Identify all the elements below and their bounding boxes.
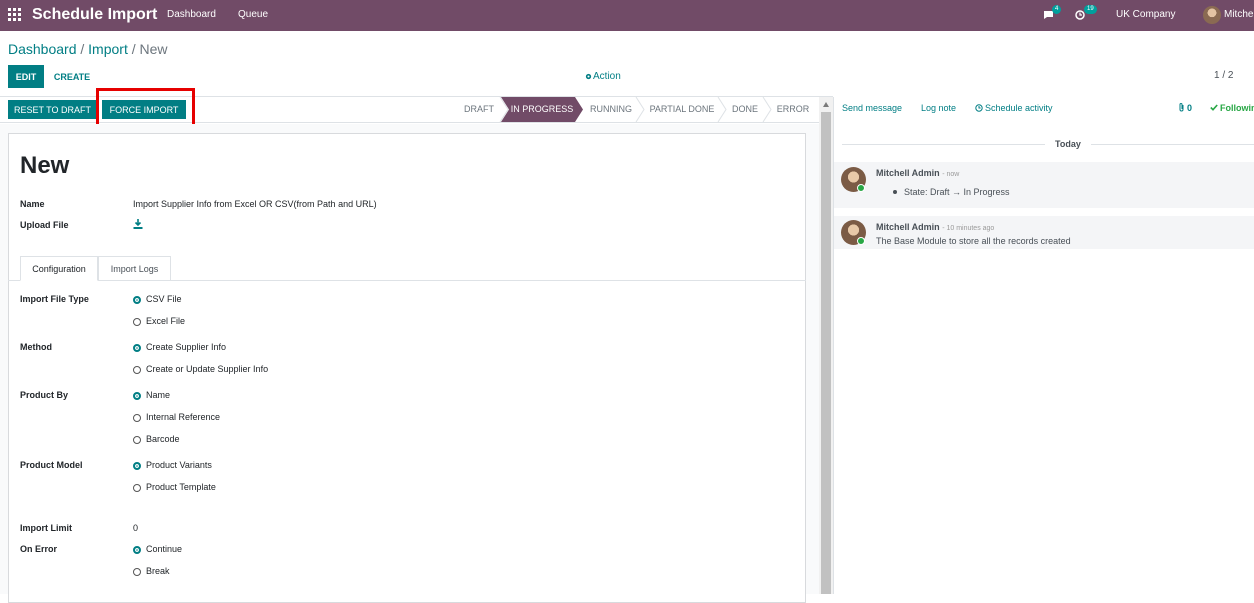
message-body: The Base Module to store all the records… <box>876 236 1071 246</box>
tab-import-logs[interactable]: Import Logs <box>98 256 171 281</box>
breadcrumb-import[interactable]: Import <box>88 41 128 57</box>
send-message-button[interactable]: Send message <box>842 103 902 114</box>
option-barcode[interactable]: Barcode <box>146 434 180 445</box>
reset-to-draft-button[interactable]: RESET TO DRAFT <box>8 100 97 119</box>
radio-excel-file[interactable] <box>133 318 141 326</box>
option-product-template[interactable]: Product Template <box>146 482 216 493</box>
stage-separator-icon <box>762 97 772 122</box>
import-file-type-label: Import File Type <box>20 294 89 304</box>
breadcrumb-separator: / <box>80 41 85 57</box>
message-time: - 10 minutes ago <box>942 225 995 232</box>
message-time: - now <box>942 171 960 178</box>
option-csv-file[interactable]: CSV File <box>146 294 182 305</box>
radio-product-variants[interactable] <box>133 462 141 470</box>
radio-break[interactable] <box>133 568 141 576</box>
message-author-name: Mitchell Admin <box>876 222 940 232</box>
message-author-name: Mitchell Admin <box>876 168 940 178</box>
scroll-up-icon[interactable] <box>823 102 829 107</box>
top-navbar: Schedule Import Dashboard Queue 4 19 UK … <box>0 0 1254 31</box>
upload-file-label: Upload File <box>20 220 69 230</box>
log-note-button[interactable]: Log note <box>921 103 956 114</box>
online-status-dot <box>857 184 865 192</box>
breadcrumb-dashboard[interactable]: Dashboard <box>8 41 77 57</box>
stage-done[interactable]: DONE <box>730 97 760 122</box>
following-label: Following <box>1220 103 1254 113</box>
download-icon[interactable] <box>133 219 143 229</box>
user-avatar[interactable] <box>1203 6 1221 24</box>
option-name[interactable]: Name <box>146 390 170 401</box>
tab-configuration[interactable]: Configuration <box>20 256 98 281</box>
scrollbar-thumb[interactable] <box>821 112 831 594</box>
option-internal-reference[interactable]: Internal Reference <box>146 412 220 423</box>
clock-icon <box>975 104 983 112</box>
import-limit-label: Import Limit <box>20 523 72 533</box>
today-line <box>1091 144 1254 145</box>
stage-separator-icon <box>717 97 727 122</box>
activities-count-badge: 19 <box>1084 5 1097 14</box>
app-title[interactable]: Schedule Import <box>32 5 157 25</box>
product-by-label: Product By <box>20 390 69 400</box>
check-icon <box>1210 104 1218 111</box>
action-label: Action <box>593 71 621 82</box>
edit-button[interactable]: EDIT <box>8 65 44 88</box>
company-switcher[interactable]: UK Company <box>1116 9 1175 21</box>
option-product-variants[interactable]: Product Variants <box>146 460 212 471</box>
name-value: Import Supplier Info from Excel OR CSV(f… <box>133 199 377 209</box>
attachments-button[interactable]: 0 <box>1178 103 1192 113</box>
action-menu[interactable]: Action <box>585 71 621 83</box>
message-author[interactable]: Mitchell Admin - now <box>876 168 959 178</box>
radio-csv-file[interactable] <box>133 296 141 304</box>
schedule-activity-label: Schedule activity <box>985 103 1053 113</box>
breadcrumb: Dashboard / Import / New <box>8 41 168 58</box>
record-title: New <box>20 152 70 179</box>
message-author[interactable]: Mitchell Admin - 10 minutes ago <box>876 222 994 232</box>
on-error-label: On Error <box>20 544 58 554</box>
stage-running[interactable]: RUNNING <box>588 97 634 122</box>
message-body: State: Draft → In Progress <box>893 187 1010 197</box>
online-status-dot <box>857 237 865 245</box>
radio-continue[interactable] <box>133 546 141 554</box>
radio-barcode[interactable] <box>133 436 141 444</box>
paperclip-icon <box>1179 103 1184 112</box>
radio-create-supplier-info[interactable] <box>133 344 141 352</box>
option-continue[interactable]: Continue <box>146 544 182 555</box>
menu-dashboard[interactable]: Dashboard <box>167 9 216 21</box>
breadcrumb-current: New <box>139 41 168 57</box>
import-limit-value[interactable]: 0 <box>133 523 138 534</box>
gear-icon <box>585 73 592 79</box>
radio-product-template[interactable] <box>133 484 141 492</box>
breadcrumb-separator: / <box>131 41 136 57</box>
following-button[interactable]: Following <box>1210 103 1254 113</box>
attachments-count: 0 <box>1187 103 1193 113</box>
bullet-icon <box>893 189 897 194</box>
method-label: Method <box>20 342 52 352</box>
stage-error[interactable]: ERROR <box>775 97 811 122</box>
schedule-activity-button[interactable]: Schedule activity <box>975 103 1053 114</box>
pager-value[interactable]: 1 / 2 <box>1214 70 1233 82</box>
stage-draft[interactable]: DRAFT <box>460 97 498 122</box>
option-excel-file[interactable]: Excel File <box>146 316 185 327</box>
stage-partial-done[interactable]: PARTIAL DONE <box>648 97 716 122</box>
stage-separator-icon <box>635 97 645 122</box>
apps-grid-icon[interactable] <box>8 8 21 21</box>
create-button[interactable]: CREATE <box>46 65 98 88</box>
product-model-label: Product Model <box>20 460 83 470</box>
form-sheet <box>8 133 806 603</box>
today-separator: Today <box>1055 139 1081 149</box>
option-break[interactable]: Break <box>146 566 170 577</box>
menu-queue[interactable]: Queue <box>238 9 268 21</box>
option-create-supplier-info[interactable]: Create Supplier Info <box>146 342 226 353</box>
tracking-value: State: Draft → In Progress <box>904 187 1010 197</box>
name-label: Name <box>20 199 45 209</box>
radio-create-or-update[interactable] <box>133 366 141 374</box>
user-menu[interactable]: Mitchell Admin <box>1224 9 1254 21</box>
stage-in-progress[interactable]: IN PROGRESS <box>501 97 583 122</box>
today-line <box>842 144 1045 145</box>
radio-name[interactable] <box>133 392 141 400</box>
option-create-or-update[interactable]: Create or Update Supplier Info <box>146 364 268 375</box>
messages-count-badge: 4 <box>1052 5 1062 14</box>
radio-internal-reference[interactable] <box>133 414 141 422</box>
